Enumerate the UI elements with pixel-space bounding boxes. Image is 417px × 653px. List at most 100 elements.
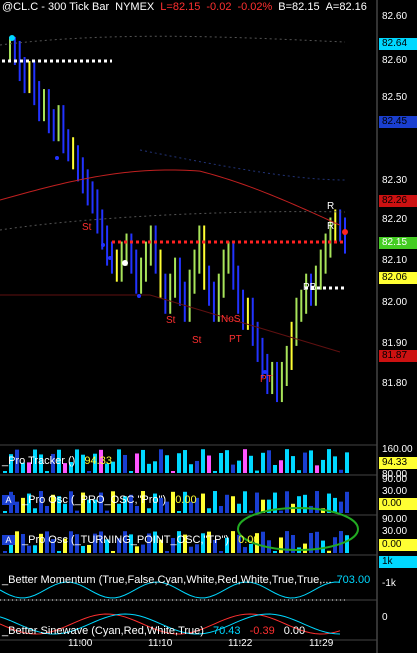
- histogram-bar: [261, 531, 265, 553]
- price-badge-last: 82.15: [379, 237, 417, 249]
- symbol-label: @CL.C - 300 Tick Bar: [2, 1, 110, 13]
- pullback-marker: PB: [303, 282, 317, 293]
- last-price: L=82.15: [160, 1, 201, 13]
- tp-osc-title: _Pro Osc (_TURNING_POINT_OSC,"TP"): [22, 534, 230, 546]
- histogram-bar: [177, 511, 181, 513]
- price-badge-cyan: 82.64: [379, 38, 417, 50]
- histogram-bar: [243, 547, 247, 553]
- histogram-bar: [141, 449, 145, 473]
- chart-header: @CL.C - 300 Tick Bar NYMEX L=82.15 -0.02…: [0, 1, 367, 14]
- moving-average-line: [0, 169, 341, 226]
- histogram-bar: [279, 460, 283, 473]
- histogram-bar: [255, 470, 259, 473]
- price-badge-blue: 82.45: [379, 116, 417, 128]
- price-tick: 82.60: [382, 55, 408, 66]
- histogram-bar: [3, 551, 7, 553]
- histogram-bar: [219, 453, 223, 473]
- histogram-bar: [273, 464, 277, 473]
- profit-target-marker: PT: [229, 334, 242, 345]
- histogram-bar: [273, 551, 277, 553]
- histogram-bar: [15, 531, 19, 553]
- signal-dot: [137, 294, 141, 298]
- histogram-bar: [303, 452, 307, 473]
- histogram-bar: [237, 503, 241, 513]
- histogram-bar: [249, 455, 253, 473]
- exchange-label: NYMEX: [115, 1, 155, 13]
- histogram-bar: [189, 464, 193, 473]
- price-tick: 82.50: [382, 92, 408, 103]
- histogram-bar: [3, 471, 7, 473]
- histogram-bar: [225, 494, 229, 513]
- histogram-bar: [147, 508, 151, 513]
- histogram-bar: [135, 505, 139, 513]
- signal-dot: [55, 156, 59, 160]
- sinewave-value-1: 70.43: [213, 625, 241, 637]
- histogram-bar: [129, 471, 133, 473]
- histogram-bar: [291, 456, 295, 473]
- momentum-value: 703.00: [336, 574, 371, 586]
- histogram-bar: [75, 510, 79, 513]
- pro-osc-badge[interactable]: A: [2, 495, 15, 505]
- histogram-bar: [249, 510, 253, 513]
- histogram-bar: [339, 469, 343, 473]
- histogram-bar: [165, 455, 169, 473]
- pro-tracker-value: 94.33: [84, 455, 112, 467]
- histogram-bar: [255, 492, 259, 513]
- sinewave-axis-zero: 0: [382, 612, 388, 623]
- time-label: 11:00: [68, 638, 93, 649]
- mid-envelope-line: [0, 211, 346, 231]
- histogram-bar: [285, 449, 289, 473]
- histogram-bar: [123, 454, 127, 473]
- histogram-bar: [303, 494, 307, 513]
- histogram-bar: [315, 465, 319, 473]
- price-tick: 82.00: [382, 297, 408, 308]
- histogram-bar: [135, 453, 139, 473]
- signal-dot: [342, 229, 348, 235]
- blue-envelope-line: [139, 149, 346, 181]
- histogram-bar: [87, 544, 91, 553]
- tp-osc-axis-high: 90.00: [382, 514, 408, 525]
- histogram-bar: [225, 450, 229, 473]
- sinewave-title: _Better Sinewave (Cyan,Red,White,True): [2, 625, 204, 637]
- tp-osc-badge[interactable]: A: [2, 535, 15, 545]
- price-tick: 81.90: [382, 338, 408, 349]
- histogram-bar: [117, 449, 121, 473]
- price-tick: 82.30: [382, 175, 408, 186]
- histogram-bar: [327, 449, 331, 473]
- change-percent: -0.02%: [237, 1, 273, 13]
- histogram-bar: [345, 452, 349, 473]
- histogram-bar: [345, 491, 349, 513]
- pro-tracker-title: _Pro Tracker (): [2, 455, 76, 467]
- tp-osc-axis-badge: 0.00: [379, 539, 417, 551]
- histogram-bar: [345, 535, 349, 553]
- histogram-bar: [333, 497, 337, 513]
- histogram-bar: [195, 460, 199, 473]
- histogram-bar: [213, 491, 217, 513]
- histogram-bar: [15, 501, 19, 513]
- chart-canvas[interactable]: [0, 0, 417, 653]
- momentum-title-row: _Better Momentum (True,False,Cyan,White,…: [2, 574, 370, 586]
- histogram-bar: [153, 461, 157, 473]
- histogram-bar: [285, 491, 289, 513]
- histogram-bar: [57, 551, 61, 553]
- histogram-bar: [147, 463, 151, 473]
- signal-dot: [9, 35, 15, 41]
- signal-dot: [108, 256, 112, 260]
- pro-osc-title-row: _Pro Osc (_PRO_OSC,"Pro") 0.00: [22, 494, 197, 506]
- price-badge-red-low: 81.87: [379, 350, 417, 362]
- histogram-bar: [183, 450, 187, 473]
- ask-price: A=82.16: [325, 1, 367, 13]
- pro-osc-axis-badge: 0.00: [379, 498, 417, 510]
- histogram-bar: [297, 496, 301, 513]
- time-label: 11:10: [148, 638, 173, 649]
- sinewave-value-3: 0.00: [283, 625, 306, 637]
- histogram-bar: [171, 471, 175, 473]
- histogram-bar: [243, 449, 247, 473]
- histogram-bar: [231, 496, 235, 513]
- sinewave-title-row: _Better Sinewave (Cyan,Red,White,True) 7…: [2, 625, 305, 637]
- price-badge-red: 82.26: [379, 195, 417, 207]
- histogram-bar: [207, 508, 211, 513]
- histogram-bar: [213, 470, 217, 473]
- histogram-bar: [27, 545, 31, 553]
- resistance-marker: R: [327, 201, 335, 212]
